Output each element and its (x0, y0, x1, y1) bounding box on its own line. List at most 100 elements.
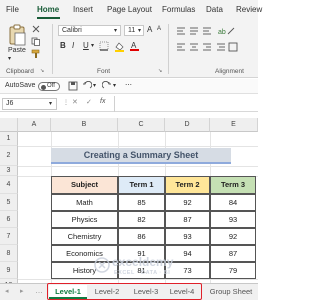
table-cell[interactable]: 79 (210, 262, 256, 279)
column-header-d[interactable]: D (165, 118, 210, 132)
table-cell[interactable]: Chemistry (51, 228, 118, 245)
font-launcher-icon[interactable]: ↘ (158, 68, 162, 74)
align-top-icon[interactable]: ab (176, 25, 238, 39)
row-header[interactable]: 1 (0, 132, 18, 146)
name-box-value: J6 (6, 100, 14, 107)
table-cell[interactable]: 92 (210, 228, 256, 245)
redo-dropdown-icon[interactable]: ▾ (113, 82, 116, 89)
menu-bar: File Home Insert Page Layout Formulas Da… (0, 0, 262, 20)
table-cell[interactable]: 86 (118, 228, 165, 245)
scroll-tabs-right-icon[interactable]: ▸ (20, 287, 24, 295)
underline-button[interactable]: U (83, 41, 89, 50)
undo-dropdown-icon[interactable]: ▾ (93, 82, 96, 89)
table-header-term3: Term 3 (210, 176, 256, 194)
more-tabs-icon[interactable]: … (35, 286, 43, 295)
menu-insert[interactable]: Insert (73, 5, 93, 14)
redo-icon[interactable] (101, 80, 112, 93)
cut-icon[interactable] (31, 25, 41, 35)
menu-data[interactable]: Data (206, 5, 223, 14)
row-header[interactable]: 5 (0, 194, 18, 211)
table-cell[interactable]: 93 (165, 228, 210, 245)
ribbon-separator (52, 24, 53, 74)
table-cell[interactable]: 82 (118, 211, 165, 228)
undo-icon[interactable] (82, 80, 93, 93)
toggle-knob (41, 84, 46, 90)
exceldemy-watermark: exceldemy EXCEL · DATA · BI (94, 255, 214, 283)
insert-function-button[interactable]: fx (100, 98, 105, 105)
clipboard-group-label: Clipboard (6, 68, 34, 75)
grid-line (18, 166, 258, 167)
watermark-tagline: EXCEL · DATA · BI (114, 270, 171, 276)
shrink-font-button[interactable]: A (157, 26, 161, 32)
font-group-label: Font (97, 68, 111, 75)
table-header-term1: Term 1 (118, 176, 165, 194)
grid-line (18, 146, 258, 147)
align-left-icon[interactable] (176, 41, 238, 55)
table-cell[interactable]: Math (51, 194, 118, 211)
menu-file[interactable]: File (6, 5, 19, 14)
borders-icon[interactable] (99, 41, 110, 53)
paste-button[interactable] (6, 24, 28, 46)
row-header[interactable]: 4 (0, 176, 18, 194)
chevron-down-icon: ▾ (114, 28, 118, 34)
italic-button[interactable]: I (72, 41, 74, 50)
worksheet-grid[interactable]: A B C D E 1 2 3 4 5 6 7 8 9 10 Creating … (0, 118, 258, 283)
row-header[interactable]: 6 (0, 211, 18, 228)
scroll-tabs-left-icon[interactable]: ◂ (5, 287, 9, 295)
save-icon[interactable] (68, 81, 78, 93)
row-header[interactable]: 9 (0, 262, 18, 279)
row-header[interactable]: 3 (0, 166, 18, 176)
menu-formulas[interactable]: Formulas (162, 5, 195, 14)
menu-review[interactable]: Review (236, 5, 262, 14)
menu-page-layout[interactable]: Page Layout (107, 5, 152, 14)
column-header-b[interactable]: B (51, 118, 118, 132)
menu-home[interactable]: Home (37, 5, 59, 14)
clipboard-launcher-icon[interactable]: ↘ (40, 68, 44, 74)
column-header-a[interactable]: A (18, 118, 51, 132)
select-all-corner[interactable] (0, 118, 18, 132)
row-header[interactable]: 2 (0, 146, 18, 166)
sheet-tab-group-sheet[interactable]: Group Sheet (205, 285, 257, 299)
table-cell[interactable]: 92 (165, 194, 210, 211)
copy-icon[interactable] (31, 37, 41, 48)
exceldemy-logo-icon (94, 257, 110, 273)
name-box[interactable]: J6 ▾ (2, 98, 57, 110)
chevron-down-icon[interactable]: ▾ (91, 42, 94, 49)
chevron-down-icon: ▾ (49, 101, 53, 107)
formula-divider (114, 96, 115, 112)
table-header-term2: Term 2 (165, 176, 210, 194)
table-cell[interactable]: Physics (51, 211, 118, 228)
table-cell[interactable]: 84 (210, 194, 256, 211)
font-size-value: 11 (128, 27, 136, 34)
autosave-state: Off (47, 83, 55, 89)
column-header-e[interactable]: E (210, 118, 258, 132)
column-header-c[interactable]: C (118, 118, 165, 132)
font-color-icon[interactable]: A (129, 40, 140, 54)
enter-icon[interactable]: ✓ (86, 98, 92, 106)
table-cell[interactable]: 87 (210, 245, 256, 262)
fill-color-icon[interactable] (114, 41, 125, 54)
watermark-name: exceldemy (112, 255, 174, 269)
customize-toolbar-icon[interactable]: ⋯ (125, 81, 132, 89)
bold-button[interactable]: B (60, 41, 66, 50)
table-cell[interactable]: 85 (118, 194, 165, 211)
autosave-toggle[interactable]: Off (38, 82, 60, 91)
more-options-icon: ⋮ (63, 100, 69, 106)
grow-font-button[interactable]: A (147, 25, 152, 34)
table-cell[interactable]: 93 (210, 211, 256, 228)
row-header[interactable]: 7 (0, 228, 18, 245)
paste-dropdown-icon[interactable]: ▾ (8, 55, 11, 62)
quick-access-toolbar: AutoSave Off ▾ ▾ ⋯ (0, 79, 258, 94)
table-header-subject: Subject (51, 176, 118, 194)
tab-highlight-box (47, 283, 202, 300)
font-size-select[interactable]: 11 ▾ (124, 25, 144, 36)
active-tab-indicator (37, 17, 60, 19)
row-header[interactable]: 8 (0, 245, 18, 262)
format-painter-icon[interactable] (31, 49, 41, 61)
table-cell[interactable]: 87 (165, 211, 210, 228)
ribbon: Paste ▾ Clipboard ↘ Calibri ▾ 11 ▾ A A B… (0, 20, 258, 78)
sheet-title: Creating a Summary Sheet (51, 148, 231, 164)
font-name-select[interactable]: Calibri ▾ (58, 25, 121, 36)
cancel-icon[interactable]: ✕ (72, 98, 78, 106)
alignment-group-label: Alignment (215, 68, 244, 75)
